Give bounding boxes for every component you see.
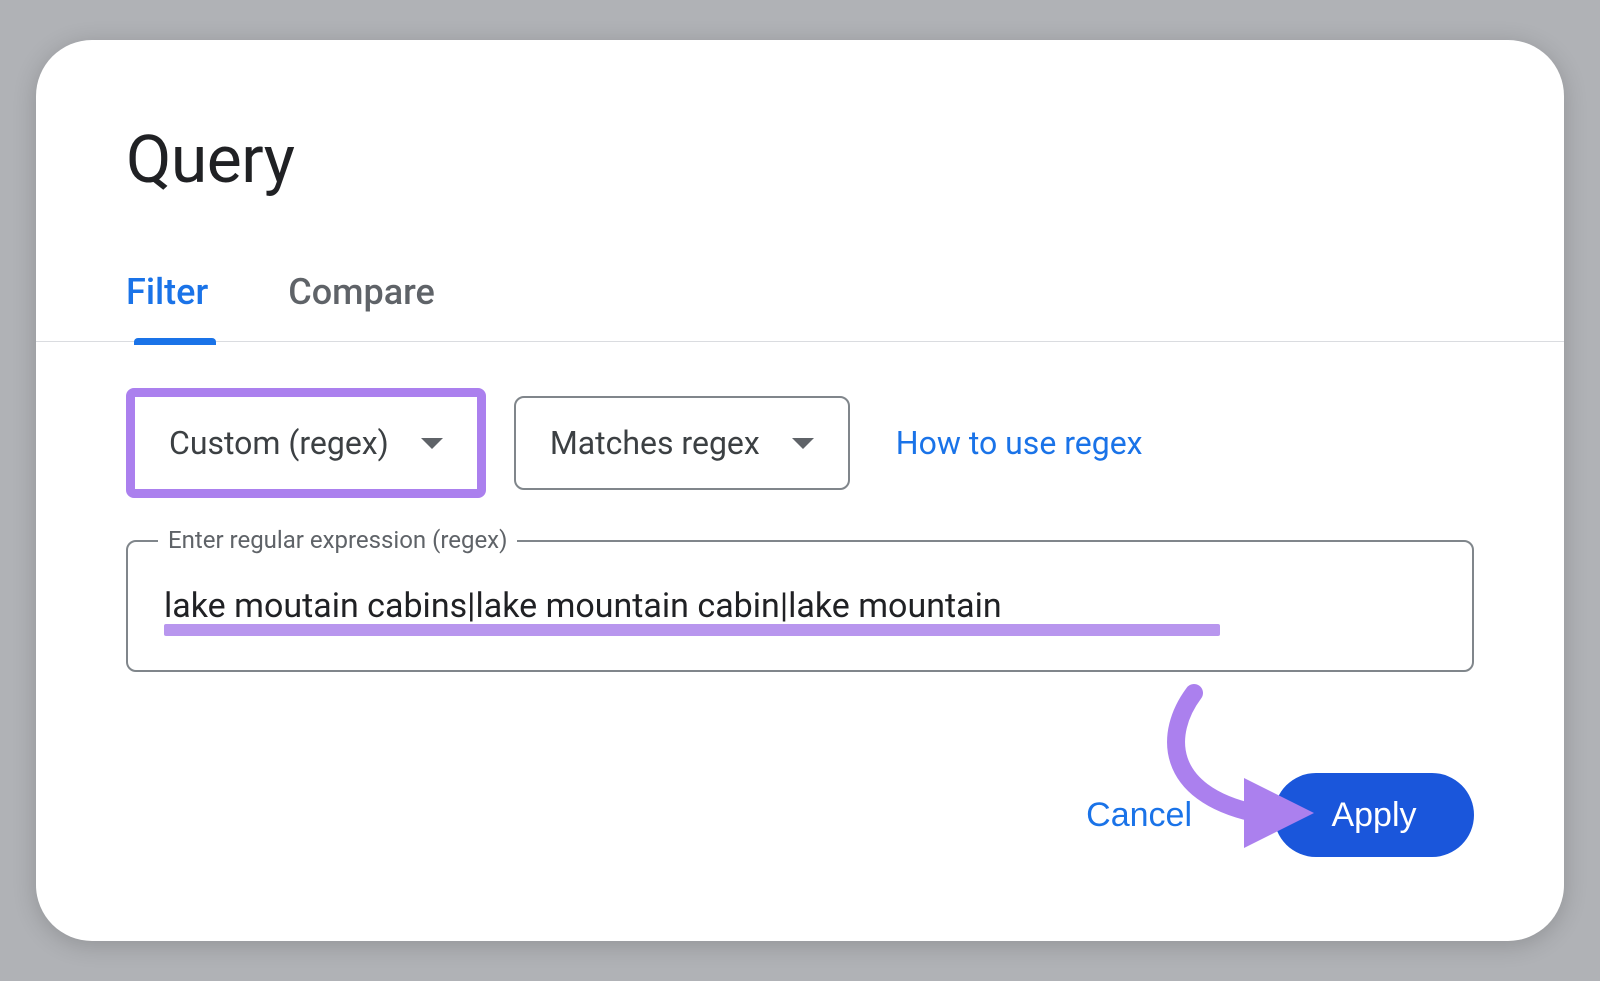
regex-field-wrap: Enter regular expression (regex) (126, 540, 1474, 672)
regex-field-outline: Enter regular expression (regex) (126, 540, 1474, 672)
tabs: Filter Compare (36, 199, 1564, 342)
regex-input[interactable] (128, 542, 1472, 670)
regex-help-link[interactable]: How to use regex (896, 424, 1143, 462)
cancel-button[interactable]: Cancel (1042, 773, 1236, 857)
regex-field-legend: Enter regular expression (regex) (158, 526, 517, 554)
tab-compare[interactable]: Compare (288, 271, 435, 341)
controls-row: Custom (regex) Matches regex How to use … (36, 342, 1564, 498)
filter-type-label: Custom (regex) (169, 424, 389, 462)
apply-button[interactable]: Apply (1274, 773, 1474, 857)
dialog-title: Query (126, 122, 1474, 199)
tab-filter[interactable]: Filter (126, 271, 208, 341)
annotation-highlight-box: Custom (regex) (126, 388, 486, 498)
filter-type-dropdown[interactable]: Custom (regex) (135, 397, 477, 489)
dialog-header: Query (36, 40, 1564, 199)
caret-down-icon (792, 438, 814, 449)
dialog-actions: Cancel Apply (1042, 773, 1474, 857)
match-type-label: Matches regex (550, 424, 760, 462)
query-dialog: Query Filter Compare Custom (regex) Matc… (36, 40, 1564, 941)
caret-down-icon (421, 438, 443, 449)
match-type-dropdown[interactable]: Matches regex (514, 396, 850, 490)
